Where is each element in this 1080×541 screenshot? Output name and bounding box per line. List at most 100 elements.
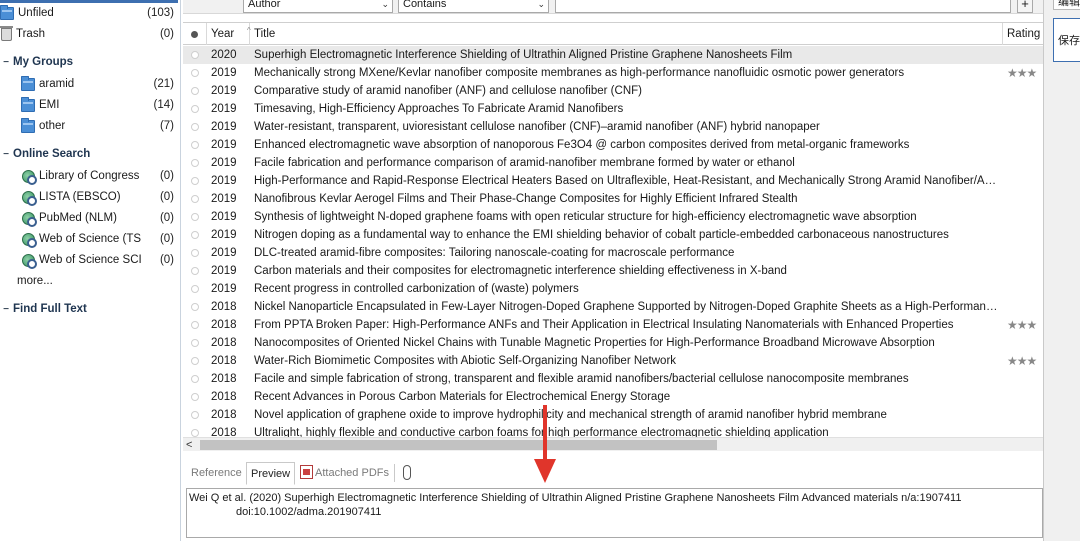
search-bar: Author ⌄ Contains ⌄ + xyxy=(183,0,1043,14)
tab-preview[interactable]: Preview xyxy=(246,462,296,485)
online-search-icon xyxy=(22,253,37,269)
read-status-icon[interactable] xyxy=(191,249,199,257)
row-rating[interactable]: ★★★ xyxy=(1007,352,1043,370)
row-rating[interactable]: ★★★ xyxy=(1007,316,1043,334)
table-row[interactable]: 2019 Synthesis of lightweight N-doped gra… xyxy=(183,208,1043,226)
table-row[interactable]: 2019 DLC-treated aramid-fibre composites:… xyxy=(183,244,1043,262)
read-status-icon[interactable] xyxy=(191,213,199,221)
read-status-column[interactable] xyxy=(183,23,207,45)
search-input[interactable] xyxy=(555,0,1011,13)
read-status-icon[interactable] xyxy=(191,177,199,185)
paperclip-icon[interactable] xyxy=(403,465,411,480)
table-row[interactable]: 2018 Novel application of graphene oxide … xyxy=(183,406,1043,424)
tab-reference[interactable]: Reference xyxy=(187,462,246,485)
table-row[interactable]: 2019 Mechanically strong MXene/Kevlar nan… xyxy=(183,64,1043,82)
table-row[interactable]: 2018 Ultralight, highly flexible and cond… xyxy=(183,424,1043,438)
table-row[interactable]: 2018 Recent Advances in Porous Carbon Mat… xyxy=(183,388,1043,406)
save-button[interactable]: 保存 xyxy=(1053,18,1080,62)
read-status-icon[interactable] xyxy=(191,411,199,419)
table-row[interactable]: 2019 Water-resistant, transparent, uviore… xyxy=(183,118,1043,136)
row-year: 2018 xyxy=(211,301,237,313)
add-search-row-button[interactable]: + xyxy=(1017,0,1033,13)
collapse-icon[interactable]: − xyxy=(0,57,12,68)
read-status-icon[interactable] xyxy=(191,141,199,149)
rating-column-header[interactable]: Rating xyxy=(1003,23,1043,45)
table-row[interactable]: 2018 Water-Rich Biomimetic Composites wit… xyxy=(183,352,1043,370)
collapse-icon[interactable]: − xyxy=(0,149,12,160)
table-row[interactable]: 2020 Superhigh Electromagnetic Interferen… xyxy=(183,46,1043,64)
title-column-header[interactable]: Title xyxy=(250,23,1003,45)
row-year: 2019 xyxy=(211,121,237,133)
online-search-header[interactable]: − Online Search xyxy=(0,144,180,164)
table-row[interactable]: 2019 Enhanced electromagnetic wave absorp… xyxy=(183,136,1043,154)
sidebar-item-aramid[interactable]: aramid (21) xyxy=(0,74,180,94)
column-label: Year xyxy=(211,28,235,40)
table-row[interactable]: 2019 Recent progress in controlled carbon… xyxy=(183,280,1043,298)
sidebar-item-unfiled[interactable]: Unfiled (103) xyxy=(0,3,180,23)
read-status-icon[interactable] xyxy=(191,231,199,239)
sidebar-item-label: other xyxy=(39,120,66,132)
table-row[interactable]: 2019 Nitrogen doping as a fundamental way… xyxy=(183,226,1043,244)
read-status-icon[interactable] xyxy=(191,357,199,365)
sidebar-item-lista[interactable]: LISTA (EBSCO) (0) xyxy=(0,187,180,207)
find-full-text-header[interactable]: − Find Full Text xyxy=(0,299,180,319)
sidebar-item-pubmed[interactable]: PubMed (NLM) (0) xyxy=(0,208,180,228)
scrollbar-thumb[interactable] xyxy=(200,440,717,450)
read-status-icon[interactable] xyxy=(191,339,199,347)
table-row[interactable]: 2019 High-Performance and Rapid-Response … xyxy=(183,172,1043,190)
sidebar-item-trash[interactable]: Trash (0) xyxy=(0,24,180,44)
row-title: Superhigh Electromagnetic Interference S… xyxy=(254,49,793,61)
year-column-header[interactable]: ^ Year xyxy=(207,23,251,45)
my-groups-header[interactable]: − My Groups xyxy=(0,52,180,72)
sidebar-item-emi[interactable]: EMI (14) xyxy=(0,95,180,115)
read-status-icon[interactable] xyxy=(191,105,199,113)
table-row[interactable]: 2019 Nanofibrous Kevlar Aerogel Films and… xyxy=(183,190,1043,208)
read-status-icon[interactable] xyxy=(191,429,199,437)
table-row[interactable]: 2018 From PPTA Broken Paper: High-Perform… xyxy=(183,316,1043,334)
read-status-icon[interactable] xyxy=(191,375,199,383)
sidebar-item-count: (103) xyxy=(147,7,174,19)
sidebar-item-count: (21) xyxy=(153,78,174,90)
read-status-icon[interactable] xyxy=(191,303,199,311)
sidebar-item-library-of-congress[interactable]: Library of Congress (0) xyxy=(0,166,180,186)
row-title: Comparative study of aramid nanofiber (A… xyxy=(254,85,642,97)
read-status-icon[interactable] xyxy=(191,393,199,401)
horizontal-scrollbar[interactable]: < xyxy=(183,437,1043,451)
scroll-left-icon[interactable]: < xyxy=(186,438,192,452)
row-year: 2018 xyxy=(211,319,237,331)
row-rating[interactable]: ★★★ xyxy=(1007,64,1043,82)
search-field-select[interactable]: Author ⌄ xyxy=(243,0,393,13)
tab-divider xyxy=(394,464,395,482)
read-status-icon[interactable] xyxy=(191,87,199,95)
table-row[interactable]: 2018 Facile and simple fabrication of str… xyxy=(183,370,1043,388)
table-row[interactable]: 2019 Carbon materials and their composite… xyxy=(183,262,1043,280)
sidebar-item-other[interactable]: other (7) xyxy=(0,116,180,136)
search-field-value: Author xyxy=(248,0,281,10)
more-link[interactable]: more... xyxy=(17,275,53,287)
tab-attached-pdfs[interactable]: Attached PDFs xyxy=(296,462,393,485)
table-row[interactable]: 2019 Comparative study of aramid nanofibe… xyxy=(183,82,1043,100)
table-row[interactable]: 2019 Timesaving, High-Efficiency Approach… xyxy=(183,100,1043,118)
read-status-icon[interactable] xyxy=(191,267,199,275)
table-row[interactable]: 2019 Facile fabrication and performance c… xyxy=(183,154,1043,172)
read-status-icon[interactable] xyxy=(191,69,199,77)
sidebar-item-label: Trash xyxy=(16,28,45,40)
section-title: My Groups xyxy=(13,56,74,68)
row-title: Synthesis of lightweight N-doped graphen… xyxy=(254,211,917,223)
collapse-icon[interactable]: − xyxy=(0,304,12,315)
table-row[interactable]: 2018 Nickel Nanoparticle Encapsulated in … xyxy=(183,298,1043,316)
read-status-icon[interactable] xyxy=(191,321,199,329)
read-status-icon[interactable] xyxy=(191,159,199,167)
read-status-icon[interactable] xyxy=(191,195,199,203)
row-year: 2019 xyxy=(211,265,237,277)
row-title: Nanocomposites of Oriented Nickel Chains… xyxy=(254,337,935,349)
read-status-icon[interactable] xyxy=(191,51,199,59)
sidebar-item-web-of-science-ts[interactable]: Web of Science (TS) (0) xyxy=(0,229,180,249)
table-row[interactable]: 2018 Nanocomposites of Oriented Nickel Ch… xyxy=(183,334,1043,352)
edit-button[interactable]: 编辑 xyxy=(1053,0,1080,10)
sidebar-item-web-of-science-sci[interactable]: Web of Science SCI (... (0) xyxy=(0,250,180,270)
search-operator-select[interactable]: Contains ⌄ xyxy=(398,0,549,13)
read-status-icon[interactable] xyxy=(191,123,199,131)
read-status-icon[interactable] xyxy=(191,285,199,293)
folder-icon xyxy=(21,75,35,91)
